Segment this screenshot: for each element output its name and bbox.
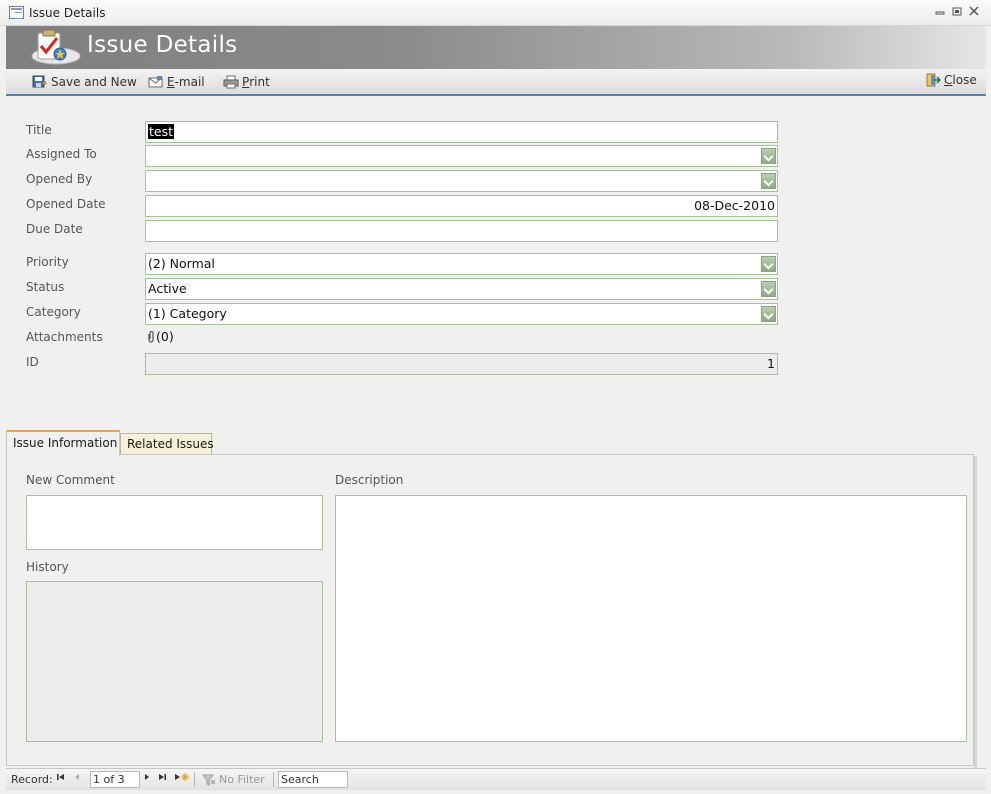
status-combobox[interactable]: Active — [145, 278, 778, 300]
minimize-icon[interactable] — [934, 6, 946, 18]
opened-date-value: 08-Dec-2010 — [694, 198, 775, 213]
tab-related-issues-label: Related Issues — [127, 437, 214, 451]
new-record-icon[interactable] — [173, 772, 189, 786]
category-value: (1) Category — [148, 306, 227, 321]
record-label: Record: — [11, 773, 53, 786]
window-titlebar: Issue Details — [0, 0, 991, 26]
paperclip-icon — [148, 330, 154, 343]
history-box — [26, 581, 323, 742]
status-value: Active — [148, 281, 187, 296]
assigned-to-label: Assigned To — [26, 147, 97, 161]
tab-related-issues[interactable]: Related Issues — [120, 433, 214, 455]
no-filter-label: No Filter — [219, 773, 265, 786]
form-header: Issue Details — [6, 26, 986, 69]
close-label-accel: C — [944, 73, 953, 87]
email-icon — [148, 76, 163, 88]
record-navigation-bar: Record: 1 of 3 No Filter Search — [6, 768, 986, 790]
previous-record-icon[interactable] — [71, 772, 83, 786]
status-label: Status — [26, 280, 65, 294]
attachments-label: Attachments — [26, 330, 103, 344]
print-icon — [223, 75, 239, 89]
no-filter-button[interactable]: No Filter — [202, 773, 265, 786]
tab-issue-information[interactable]: Issue Information — [6, 430, 120, 456]
due-date-label: Due Date — [26, 222, 83, 236]
assigned-to-combobox[interactable] — [145, 145, 778, 167]
email-button[interactable]: E -mail — [148, 74, 205, 90]
record-number-value: 1 of 3 — [93, 773, 125, 786]
search-placeholder: Search — [281, 773, 319, 786]
description-textarea[interactable] — [335, 495, 967, 742]
record-number-input[interactable]: 1 of 3 — [90, 771, 140, 788]
opened-date-label: Opened Date — [26, 197, 106, 211]
window-title: Issue Details — [29, 6, 106, 20]
filter-off-icon — [202, 774, 216, 786]
title-value: test — [148, 124, 175, 139]
form-window-icon — [9, 6, 24, 19]
statusbar-separator — [273, 772, 274, 787]
form-title: Issue Details — [87, 32, 238, 58]
save-new-icon — [32, 75, 47, 88]
chevron-down-icon[interactable] — [761, 148, 776, 164]
attachments-control[interactable]: (0) — [146, 329, 174, 344]
search-input[interactable]: Search — [278, 771, 348, 788]
print-button[interactable]: Print — [223, 74, 270, 90]
due-date-field[interactable] — [145, 220, 778, 242]
close-icon[interactable] — [968, 6, 980, 18]
save-and-new-button[interactable]: Save and New — [32, 74, 137, 90]
new-comment-textarea[interactable] — [26, 495, 323, 550]
opened-date-field[interactable]: 08-Dec-2010 — [145, 195, 778, 217]
form-toolbar: Save and New E -mail Print Close — [6, 69, 986, 96]
category-label: Category — [26, 305, 81, 319]
opened-by-combobox[interactable] — [145, 170, 778, 192]
tab-issue-information-label: Issue Information — [13, 436, 118, 450]
save-and-new-label: Save and New — [51, 75, 137, 89]
new-comment-label: New Comment — [26, 473, 115, 487]
chevron-down-icon[interactable] — [761, 281, 776, 297]
description-label: Description — [335, 473, 404, 487]
opened-by-label: Opened By — [26, 172, 93, 186]
priority-label: Priority — [26, 255, 69, 269]
close-label: lose — [952, 73, 977, 87]
title-label: Title — [26, 123, 52, 137]
clipboard-checkmark-icon — [26, 29, 82, 67]
chevron-down-icon[interactable] — [761, 173, 776, 189]
email-label-accel: E — [167, 75, 175, 89]
first-record-icon[interactable] — [55, 772, 67, 786]
category-combobox[interactable]: (1) Category — [145, 303, 778, 325]
history-label: History — [26, 560, 69, 574]
tab-panel-issue-information: New Comment History Description — [6, 454, 974, 766]
email-label: -mail — [174, 75, 205, 89]
id-value: 1 — [767, 356, 775, 371]
id-label: ID — [26, 355, 39, 369]
priority-value: (2) Normal — [148, 256, 215, 271]
id-field: 1 — [145, 353, 778, 375]
chevron-down-icon[interactable] — [761, 256, 776, 272]
close-form-button[interactable]: Close — [925, 72, 977, 88]
statusbar-separator — [194, 772, 195, 787]
panel-shadow — [974, 456, 977, 768]
chevron-down-icon[interactable] — [761, 306, 776, 322]
last-record-icon[interactable] — [156, 772, 168, 786]
priority-combobox[interactable]: (2) Normal — [145, 253, 778, 275]
restore-icon[interactable] — [951, 6, 963, 18]
attachments-count: (0) — [156, 329, 174, 344]
print-label-accel: P — [242, 75, 250, 89]
print-label: rint — [249, 75, 270, 89]
title-field[interactable]: test — [145, 121, 778, 143]
close-form-icon — [926, 73, 941, 87]
next-record-icon[interactable] — [141, 772, 153, 786]
